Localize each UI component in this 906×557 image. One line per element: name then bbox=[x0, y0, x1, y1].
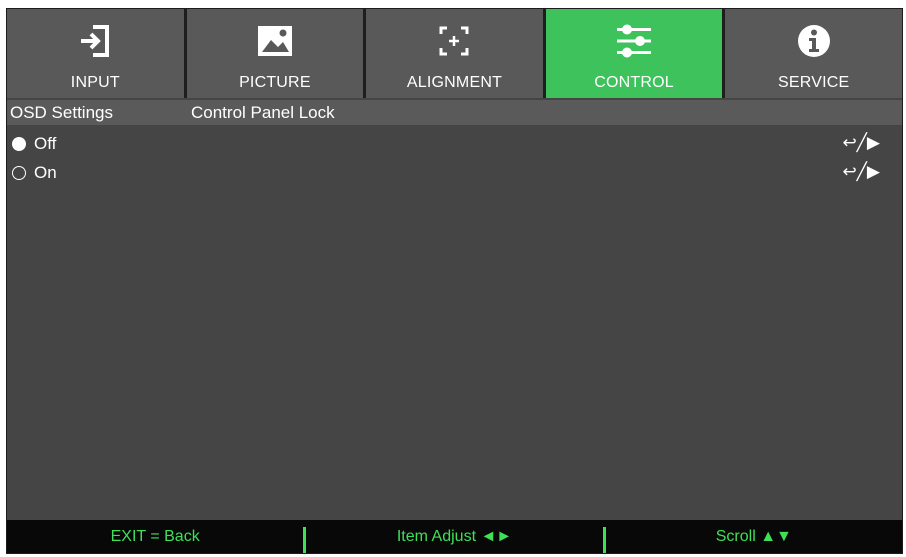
tab-input[interactable]: INPUT bbox=[7, 9, 187, 98]
option-label: On bbox=[34, 163, 57, 182]
tab-control[interactable]: CONTROL bbox=[545, 9, 726, 98]
footer-help-bar: EXIT = Back Item Adjust ◄► Scroll ▲▼ bbox=[7, 520, 902, 553]
radio-unselected-icon[interactable] bbox=[12, 166, 26, 180]
tab-input-label: INPUT bbox=[70, 74, 120, 91]
option-label: Off bbox=[34, 134, 57, 153]
osd-menu-window: INPUT PICTURE ALIGNMENT CONTROL SERVICE … bbox=[6, 8, 903, 554]
tab-service[interactable]: SERVICE bbox=[725, 9, 902, 98]
tab-alignment-label: ALIGNMENT bbox=[406, 74, 503, 91]
picture-icon bbox=[187, 21, 364, 61]
footer-exit-hint: EXIT = Back bbox=[110, 528, 200, 545]
footer-scroll-hint: Scroll ▲▼ bbox=[715, 528, 792, 545]
tab-service-label: SERVICE bbox=[777, 74, 850, 91]
breadcrumb: OSD Settings Control Panel Lock bbox=[7, 100, 902, 125]
tab-alignment[interactable]: ALIGNMENT bbox=[366, 9, 546, 98]
page-title: Control Panel Lock bbox=[191, 103, 335, 122]
breadcrumb-section: OSD Settings bbox=[10, 103, 113, 122]
enter-right-hint-icon: ↩╱▶ bbox=[842, 133, 880, 152]
tab-control-label: CONTROL bbox=[594, 74, 674, 91]
radio-selected-icon[interactable] bbox=[12, 137, 26, 151]
option-on[interactable]: On ↩╱▶ bbox=[7, 160, 902, 186]
tab-picture-label: PICTURE bbox=[239, 74, 311, 91]
enter-right-hint-icon: ↩╱▶ bbox=[842, 162, 880, 181]
option-off[interactable]: Off ↩╱▶ bbox=[7, 131, 902, 157]
tab-picture[interactable]: PICTURE bbox=[186, 9, 367, 98]
main-tab-bar: INPUT PICTURE ALIGNMENT CONTROL SERVICE bbox=[7, 9, 902, 98]
info-icon bbox=[725, 21, 902, 61]
input-icon bbox=[7, 21, 184, 61]
control-sliders-icon bbox=[546, 21, 723, 61]
footer-adjust-hint: Item Adjust ◄► bbox=[396, 528, 513, 545]
alignment-icon bbox=[366, 21, 543, 61]
